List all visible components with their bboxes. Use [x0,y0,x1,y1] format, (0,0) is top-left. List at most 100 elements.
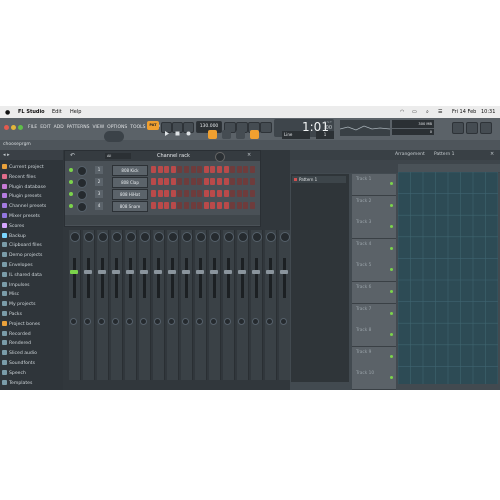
stop-button[interactable] [172,122,183,136]
step-button[interactable] [223,202,229,209]
menu-edit[interactable]: Edit [52,109,62,115]
step-button[interactable] [223,166,229,173]
fader-handle[interactable] [182,270,190,274]
step-button[interactable] [170,202,176,209]
fader-handle[interactable] [196,270,204,274]
fader-handle[interactable] [280,270,288,274]
track-active-led-icon[interactable] [390,246,393,250]
mixer-track[interactable] [265,230,277,380]
close-playlist-icon[interactable]: × [490,151,494,157]
step-button[interactable] [236,178,242,185]
menu-options[interactable]: OPTIONS [107,125,127,130]
fader-handle[interactable] [252,270,260,274]
mute-led-icon[interactable] [69,192,73,196]
volume-fader[interactable] [129,258,132,298]
step-button[interactable] [177,202,183,209]
pan-knob[interactable] [154,232,164,242]
pan-knob[interactable] [210,232,220,242]
piano-roll-button[interactable] [222,130,231,139]
mixer-button[interactable] [250,130,259,139]
step-button[interactable] [217,190,222,197]
menu-patterns[interactable]: PATTERNS [67,125,90,130]
channel-name-button[interactable]: 808 Kick [112,165,148,176]
step-button[interactable] [230,178,236,185]
pan-knob[interactable] [70,232,80,242]
play-button[interactable] [161,122,172,136]
track-header[interactable]: Track 9 [352,346,396,369]
pan-knob[interactable] [280,232,290,242]
step-button[interactable] [184,166,189,173]
mixer-track[interactable] [125,230,137,380]
mixer-track[interactable] [83,230,95,380]
undo-icon[interactable]: ↶ [70,152,75,159]
mixer-track[interactable] [97,230,109,380]
fader-handle[interactable] [70,270,78,274]
step-button[interactable] [210,202,216,209]
route-icon[interactable] [266,318,273,325]
browser-item[interactable]: Envelopes [2,262,62,270]
fader-handle[interactable] [168,270,176,274]
route-icon[interactable] [280,318,287,325]
browser-item[interactable]: Scores [2,222,62,231]
route-icon[interactable] [238,318,245,325]
step-button[interactable] [230,166,236,173]
mixer-track[interactable] [195,230,207,380]
step-button[interactable] [177,190,183,197]
pan-knob[interactable] [98,232,108,242]
browser-item[interactable]: Packs [2,311,62,319]
volume-fader[interactable] [115,258,118,298]
browser-item[interactable]: Mixer presets [2,213,62,221]
browser-item[interactable]: Project bones [2,320,62,329]
pat-song-toggle[interactable]: PAT [147,121,159,130]
step-button[interactable] [190,166,196,173]
mixer-track[interactable] [167,230,179,380]
browser-item[interactable]: My projects [2,301,62,309]
route-icon[interactable] [98,318,105,325]
browser-item[interactable]: Current project [2,164,62,172]
channel-mixer-number[interactable]: 2 [95,178,103,186]
step-button[interactable] [177,178,183,185]
browser-item[interactable]: Plugin database [2,183,62,192]
volume-fader[interactable] [241,258,244,298]
step-button[interactable] [203,190,209,197]
route-icon[interactable] [84,318,91,325]
loop-record-icon[interactable] [260,122,272,133]
menu-file[interactable]: FILE [28,125,37,130]
step-button[interactable] [250,202,255,209]
mixer-track[interactable] [153,230,165,380]
step-button[interactable] [243,166,249,173]
route-icon[interactable] [224,318,231,325]
step-button[interactable] [217,178,222,185]
browser-options-icon[interactable]: ◂ ▸ [3,152,10,158]
step-button[interactable] [230,202,236,209]
step-button[interactable] [164,202,170,209]
track-active-led-icon[interactable] [390,376,393,380]
battery-icon[interactable]: ▭ [412,109,417,115]
step-button[interactable] [210,178,216,185]
step-button[interactable] [164,166,170,173]
pan-knob[interactable] [140,232,150,242]
channel-filter-select[interactable]: All [105,153,131,159]
track-active-led-icon[interactable] [390,333,393,337]
volume-fader[interactable] [101,258,104,298]
volume-fader[interactable] [73,258,76,298]
step-button[interactable] [157,166,163,173]
channel-pan-knob[interactable] [77,202,87,212]
fader-handle[interactable] [238,270,246,274]
step-button[interactable] [190,190,196,197]
browser-item[interactable]: Demo projects [2,252,62,260]
pan-knob[interactable] [224,232,234,242]
track-active-led-icon[interactable] [390,225,393,229]
channel-pan-knob[interactable] [77,166,87,176]
menu-view[interactable]: VIEW [92,125,104,130]
step-button[interactable] [243,190,249,197]
volume-fader[interactable] [283,258,286,298]
fader-handle[interactable] [266,270,274,274]
route-icon[interactable] [252,318,259,325]
volume-fader[interactable] [269,258,272,298]
track-active-led-icon[interactable] [390,354,393,358]
step-button[interactable] [223,190,229,197]
fader-handle[interactable] [224,270,232,274]
mute-led-icon[interactable] [69,180,73,184]
mixer-track[interactable] [111,230,123,380]
